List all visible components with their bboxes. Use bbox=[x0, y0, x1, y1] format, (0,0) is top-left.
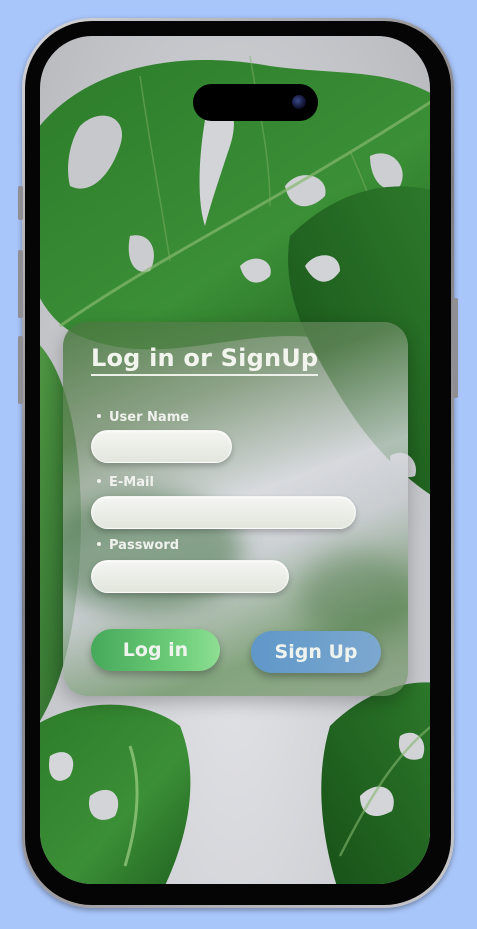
login-card: Log in or SignUp User Name E-Mail Passwo… bbox=[63, 322, 408, 696]
volume-up-button bbox=[18, 250, 23, 318]
bullet-icon bbox=[97, 478, 101, 483]
username-label: User Name bbox=[97, 410, 189, 425]
email-label-text: E-Mail bbox=[109, 475, 154, 490]
volume-down-button bbox=[18, 336, 23, 404]
login-button[interactable]: Log in bbox=[91, 629, 220, 671]
bullet-icon bbox=[97, 413, 101, 418]
email-input[interactable] bbox=[91, 496, 356, 529]
bullet-icon bbox=[97, 541, 101, 546]
action-button bbox=[18, 186, 23, 220]
signup-button[interactable]: Sign Up bbox=[251, 631, 381, 673]
email-label: E-Mail bbox=[97, 475, 154, 490]
username-input[interactable] bbox=[91, 430, 232, 463]
password-input[interactable] bbox=[91, 560, 289, 593]
front-camera-icon bbox=[292, 95, 306, 109]
dynamic-island bbox=[193, 84, 318, 121]
power-button bbox=[453, 298, 458, 398]
phone-frame: Log in or SignUp User Name E-Mail Passwo… bbox=[18, 18, 458, 908]
password-label-text: Password bbox=[109, 538, 180, 553]
password-label: Password bbox=[97, 538, 179, 553]
username-label-text: User Name bbox=[109, 410, 190, 425]
card-title: Log in or SignUp bbox=[91, 344, 319, 376]
